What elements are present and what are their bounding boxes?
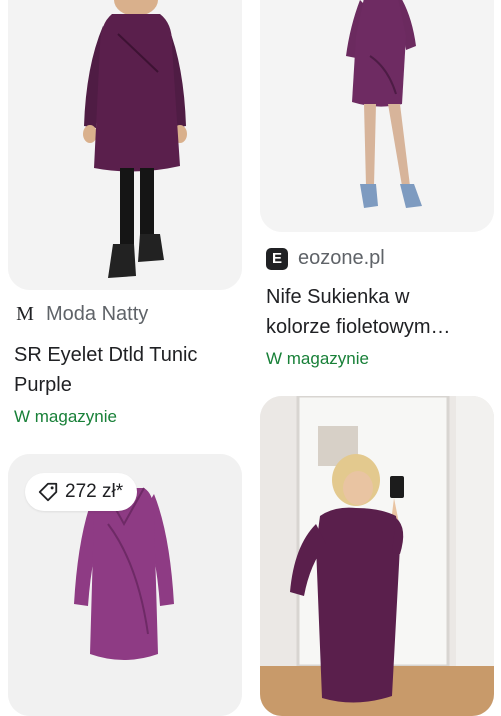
- title-line: SR Eyelet Dtld Tunic: [14, 344, 198, 366]
- source-name[interactable]: eozone.pl: [298, 247, 385, 270]
- eozone-logo-icon: E: [266, 247, 288, 270]
- product-title-tunic[interactable]: SR Eyelet Dtld Tunic Purple: [14, 340, 244, 400]
- price-tag-icon: [37, 481, 59, 503]
- availability-label: W magazynie: [266, 349, 369, 368]
- source-name[interactable]: Moda Natty: [46, 303, 148, 326]
- product-title-nife[interactable]: Nife Sukienka w kolorze fioletowym…: [266, 282, 498, 342]
- product-image-tunic[interactable]: [8, 0, 242, 290]
- product-image-mirror-selfie[interactable]: [260, 396, 494, 716]
- price-text: 272 zł*: [65, 481, 124, 502]
- title-line: kolorze fioletowym…: [266, 316, 451, 338]
- product-image-wrap-dress[interactable]: [260, 0, 494, 232]
- title-line: Purple: [14, 374, 72, 396]
- moda-natty-logo-icon: M: [16, 303, 34, 325]
- availability-label: W magazynie: [14, 407, 117, 426]
- source-row-moda-natty[interactable]: M Moda Natty: [14, 303, 148, 326]
- source-row-eozone[interactable]: E eozone.pl: [266, 247, 385, 270]
- title-line: Nife Sukienka w: [266, 286, 410, 308]
- price-badge: 272 zł*: [25, 473, 138, 511]
